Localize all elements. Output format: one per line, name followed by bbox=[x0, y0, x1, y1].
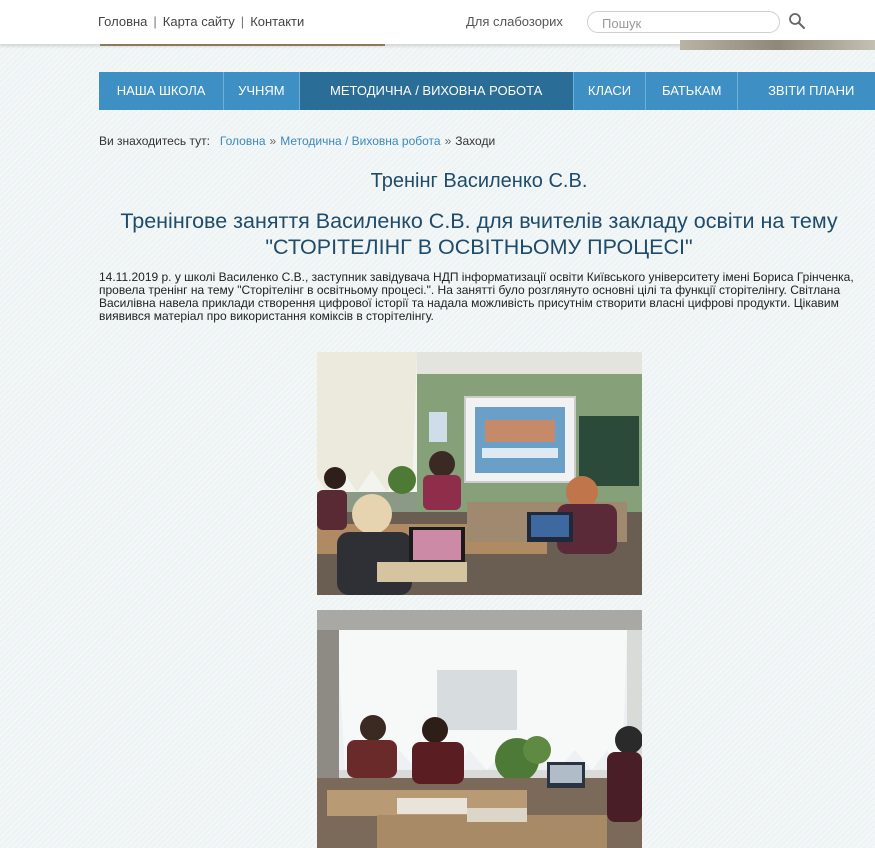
search-input[interactable] bbox=[600, 13, 764, 33]
breadcrumb-home[interactable]: Головна bbox=[220, 134, 266, 148]
breadcrumb: Ви знаходитесь тут: Головна» Методична / … bbox=[99, 134, 495, 148]
breadcrumb-separator: » bbox=[444, 134, 452, 148]
search-box bbox=[587, 11, 780, 33]
home-link[interactable]: Головна bbox=[98, 14, 147, 29]
search-icon[interactable] bbox=[787, 11, 807, 31]
article-title-line: Тренінгове заняття Василенко С.В. для вч… bbox=[120, 209, 838, 233]
sitemap-link[interactable]: Карта сайту bbox=[163, 14, 235, 29]
contacts-link[interactable]: Контакти bbox=[250, 14, 304, 29]
banner-edge bbox=[680, 40, 875, 50]
nav-parents[interactable]: БАТЬКАМ bbox=[646, 72, 739, 110]
nav-reports-plans[interactable]: ЗВІТИ ПЛАНИ bbox=[738, 72, 875, 110]
divider: | bbox=[240, 14, 245, 29]
nav-classes[interactable]: КЛАСИ bbox=[574, 72, 647, 110]
nav-methodical-work[interactable]: МЕТОДИЧНА / ВИХОВНА РОБОТА bbox=[299, 72, 574, 110]
low-vision-link[interactable]: Для слабозорих bbox=[466, 14, 563, 29]
breadcrumb-prefix: Ви знаходитесь тут: bbox=[99, 134, 210, 148]
article-title: Тренінгове заняття Василенко С.В. для вч… bbox=[99, 208, 859, 260]
breadcrumb-current: Заходи bbox=[455, 134, 496, 148]
banner-edge bbox=[100, 44, 385, 46]
top-bar: Головна | Карта сайту | Контакти Для слабозо… bbox=[0, 0, 875, 45]
divider: | bbox=[153, 14, 157, 29]
training-photo bbox=[317, 352, 642, 595]
breadcrumb-separator: » bbox=[269, 134, 277, 148]
article-title-line: "СТОРІТЕЛІНГ В ОСВІТНЬОМУ ПРОЦЕСІ" bbox=[265, 235, 693, 259]
top-links: Головна | Карта сайту | Контакти bbox=[98, 14, 304, 29]
training-photo bbox=[317, 610, 642, 848]
main-nav: НАША ШКОЛА УЧНЯМ МЕТОДИЧНА / ВИХОВНА РОБ… bbox=[99, 72, 875, 110]
nav-students[interactable]: УЧНЯМ bbox=[224, 72, 300, 110]
nav-our-school[interactable]: НАША ШКОЛА bbox=[99, 72, 225, 110]
breadcrumb-methodical[interactable]: Методична / Виховна робота bbox=[280, 134, 440, 148]
article-text: 14.11.2019 р. у школі Василенко С.В., за… bbox=[99, 270, 854, 323]
page-title: Тренінг Василенко С.В. bbox=[370, 170, 588, 192]
